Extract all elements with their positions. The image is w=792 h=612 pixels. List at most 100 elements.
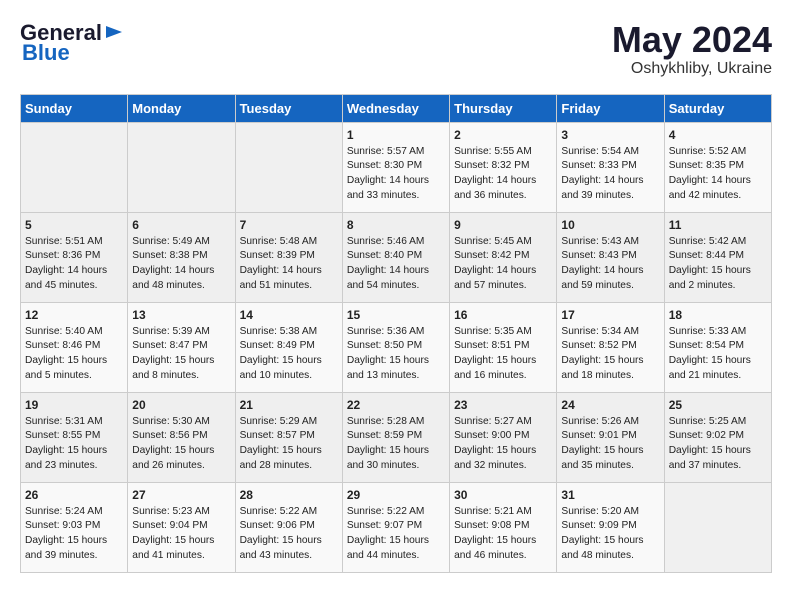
day-info: Sunrise: 5:30 AM Sunset: 8:56 PM Dayligh…	[132, 415, 230, 474]
day-number: 12	[25, 308, 123, 322]
day-info: Sunrise: 5:26 AM Sunset: 9:01 PM Dayligh…	[561, 415, 659, 474]
logo-arrow-icon	[104, 22, 126, 42]
title-block: May 2024 Oshykhliby, Ukraine	[612, 20, 772, 78]
day-cell: 14Sunrise: 5:38 AM Sunset: 8:49 PM Dayli…	[235, 302, 342, 392]
day-cell: 11 Sunrise: 5:42 AM Sunset: 8:44 PM Dayli…	[664, 212, 771, 302]
day-cell: 26 Sunrise: 5:24 AM Sunset: 9:03 PM Dayli…	[21, 482, 128, 572]
day-cell: 27 Sunrise: 5:23 AM Sunset: 9:04 PM Dayli…	[128, 482, 235, 572]
day-cell: 10 Sunrise: 5:43 AM Sunset: 8:43 PM Dayli…	[557, 212, 664, 302]
day-number: 5	[25, 218, 123, 232]
day-cell: 28 Sunrise: 5:22 AM Sunset: 9:06 PM Dayli…	[235, 482, 342, 572]
day-cell: 24 Sunrise: 5:26 AM Sunset: 9:01 PM Dayli…	[557, 392, 664, 482]
day-info: Sunrise: 5:24 AM Sunset: 9:03 PM Dayligh…	[25, 505, 123, 564]
day-cell: 29Sunrise: 5:22 AM Sunset: 9:07 PM Dayli…	[342, 482, 449, 572]
day-info: Sunrise: 5:25 AM Sunset: 9:02 PM Dayligh…	[669, 415, 767, 474]
day-number: 4	[669, 128, 767, 142]
day-info: Sunrise: 5:29 AM Sunset: 8:57 PM Dayligh…	[240, 415, 338, 474]
day-number: 21	[240, 398, 338, 412]
day-info: Sunrise: 5:42 AM Sunset: 8:44 PM Dayligh…	[669, 235, 767, 294]
day-number: 17	[561, 308, 659, 322]
logo: General Blue	[20, 20, 126, 66]
day-info: Sunrise: 5:45 AM Sunset: 8:42 PM Dayligh…	[454, 235, 552, 294]
day-info: Sunrise: 5:54 AM Sunset: 8:33 PM Dayligh…	[561, 145, 659, 204]
header-cell-friday: Friday	[557, 94, 664, 122]
day-info: Sunrise: 5:34 AM Sunset: 8:52 PM Dayligh…	[561, 325, 659, 384]
day-cell: 20 Sunrise: 5:30 AM Sunset: 8:56 PM Dayli…	[128, 392, 235, 482]
day-info: Sunrise: 5:40 AM Sunset: 8:46 PM Dayligh…	[25, 325, 123, 384]
day-info: Sunrise: 5:57 AM Sunset: 8:30 PM Dayligh…	[347, 145, 445, 204]
header-cell-wednesday: Wednesday	[342, 94, 449, 122]
day-number: 22	[347, 398, 445, 412]
day-cell: 19 Sunrise: 5:31 AM Sunset: 8:55 PM Dayli…	[21, 392, 128, 482]
day-info: Sunrise: 5:48 AM Sunset: 8:39 PM Dayligh…	[240, 235, 338, 294]
day-cell: 4 Sunrise: 5:52 AM Sunset: 8:35 PM Daylig…	[664, 122, 771, 212]
logo-text-blue: Blue	[20, 40, 70, 66]
day-cell: 7 Sunrise: 5:48 AM Sunset: 8:39 PM Daylig…	[235, 212, 342, 302]
day-number: 26	[25, 488, 123, 502]
header-cell-thursday: Thursday	[450, 94, 557, 122]
day-cell: 18Sunrise: 5:33 AM Sunset: 8:54 PM Dayli…	[664, 302, 771, 392]
day-cell: 31 Sunrise: 5:20 AM Sunset: 9:09 PM Dayli…	[557, 482, 664, 572]
day-number: 20	[132, 398, 230, 412]
day-number: 3	[561, 128, 659, 142]
day-cell: 1 Sunrise: 5:57 AM Sunset: 8:30 PM Daylig…	[342, 122, 449, 212]
day-cell	[21, 122, 128, 212]
header-cell-saturday: Saturday	[664, 94, 771, 122]
day-info: Sunrise: 5:43 AM Sunset: 8:43 PM Dayligh…	[561, 235, 659, 294]
day-info: Sunrise: 5:27 AM Sunset: 9:00 PM Dayligh…	[454, 415, 552, 474]
day-number: 23	[454, 398, 552, 412]
day-cell: 3 Sunrise: 5:54 AM Sunset: 8:33 PM Daylig…	[557, 122, 664, 212]
day-number: 6	[132, 218, 230, 232]
day-number: 31	[561, 488, 659, 502]
day-cell	[128, 122, 235, 212]
day-cell	[664, 482, 771, 572]
day-number: 29	[347, 488, 445, 502]
month-title: May 2024	[612, 20, 772, 60]
day-number: 10	[561, 218, 659, 232]
day-cell: 30Sunrise: 5:21 AM Sunset: 9:08 PM Dayli…	[450, 482, 557, 572]
day-number: 2	[454, 128, 552, 142]
day-number: 27	[132, 488, 230, 502]
day-cell: 17 Sunrise: 5:34 AM Sunset: 8:52 PM Dayli…	[557, 302, 664, 392]
location: Oshykhliby, Ukraine	[612, 60, 772, 78]
day-cell: 9 Sunrise: 5:45 AM Sunset: 8:42 PM Daylig…	[450, 212, 557, 302]
calendar-table: SundayMondayTuesdayWednesdayThursdayFrid…	[20, 94, 772, 573]
day-number: 16	[454, 308, 552, 322]
day-info: Sunrise: 5:31 AM Sunset: 8:55 PM Dayligh…	[25, 415, 123, 474]
day-cell: 12 Sunrise: 5:40 AM Sunset: 8:46 PM Dayli…	[21, 302, 128, 392]
day-info: Sunrise: 5:22 AM Sunset: 9:06 PM Dayligh…	[240, 505, 338, 564]
day-cell: 23 Sunrise: 5:27 AM Sunset: 9:00 PM Dayli…	[450, 392, 557, 482]
day-info: Sunrise: 5:28 AM Sunset: 8:59 PM Dayligh…	[347, 415, 445, 474]
day-number: 15	[347, 308, 445, 322]
week-row-1: 1 Sunrise: 5:57 AM Sunset: 8:30 PM Daylig…	[21, 122, 772, 212]
page-header: General Blue May 2024 Oshykhliby, Ukrain…	[20, 20, 772, 78]
header-cell-monday: Monday	[128, 94, 235, 122]
day-info: Sunrise: 5:23 AM Sunset: 9:04 PM Dayligh…	[132, 505, 230, 564]
day-number: 14	[240, 308, 338, 322]
day-info: Sunrise: 5:49 AM Sunset: 8:38 PM Dayligh…	[132, 235, 230, 294]
day-number: 7	[240, 218, 338, 232]
day-number: 30	[454, 488, 552, 502]
day-number: 24	[561, 398, 659, 412]
day-number: 11	[669, 218, 767, 232]
week-row-4: 19 Sunrise: 5:31 AM Sunset: 8:55 PM Dayli…	[21, 392, 772, 482]
week-row-3: 12 Sunrise: 5:40 AM Sunset: 8:46 PM Dayli…	[21, 302, 772, 392]
day-info: Sunrise: 5:52 AM Sunset: 8:35 PM Dayligh…	[669, 145, 767, 204]
header-cell-tuesday: Tuesday	[235, 94, 342, 122]
day-info: Sunrise: 5:36 AM Sunset: 8:50 PM Dayligh…	[347, 325, 445, 384]
day-number: 13	[132, 308, 230, 322]
day-number: 8	[347, 218, 445, 232]
header-cell-sunday: Sunday	[21, 94, 128, 122]
day-cell: 5Sunrise: 5:51 AM Sunset: 8:36 PM Daylig…	[21, 212, 128, 302]
header-row: SundayMondayTuesdayWednesdayThursdayFrid…	[21, 94, 772, 122]
day-info: Sunrise: 5:20 AM Sunset: 9:09 PM Dayligh…	[561, 505, 659, 564]
day-number: 1	[347, 128, 445, 142]
day-cell: 2Sunrise: 5:55 AM Sunset: 8:32 PM Daylig…	[450, 122, 557, 212]
day-number: 28	[240, 488, 338, 502]
week-row-2: 5Sunrise: 5:51 AM Sunset: 8:36 PM Daylig…	[21, 212, 772, 302]
day-number: 19	[25, 398, 123, 412]
day-number: 9	[454, 218, 552, 232]
day-cell: 25Sunrise: 5:25 AM Sunset: 9:02 PM Dayli…	[664, 392, 771, 482]
day-cell: 6 Sunrise: 5:49 AM Sunset: 8:38 PM Daylig…	[128, 212, 235, 302]
day-number: 18	[669, 308, 767, 322]
